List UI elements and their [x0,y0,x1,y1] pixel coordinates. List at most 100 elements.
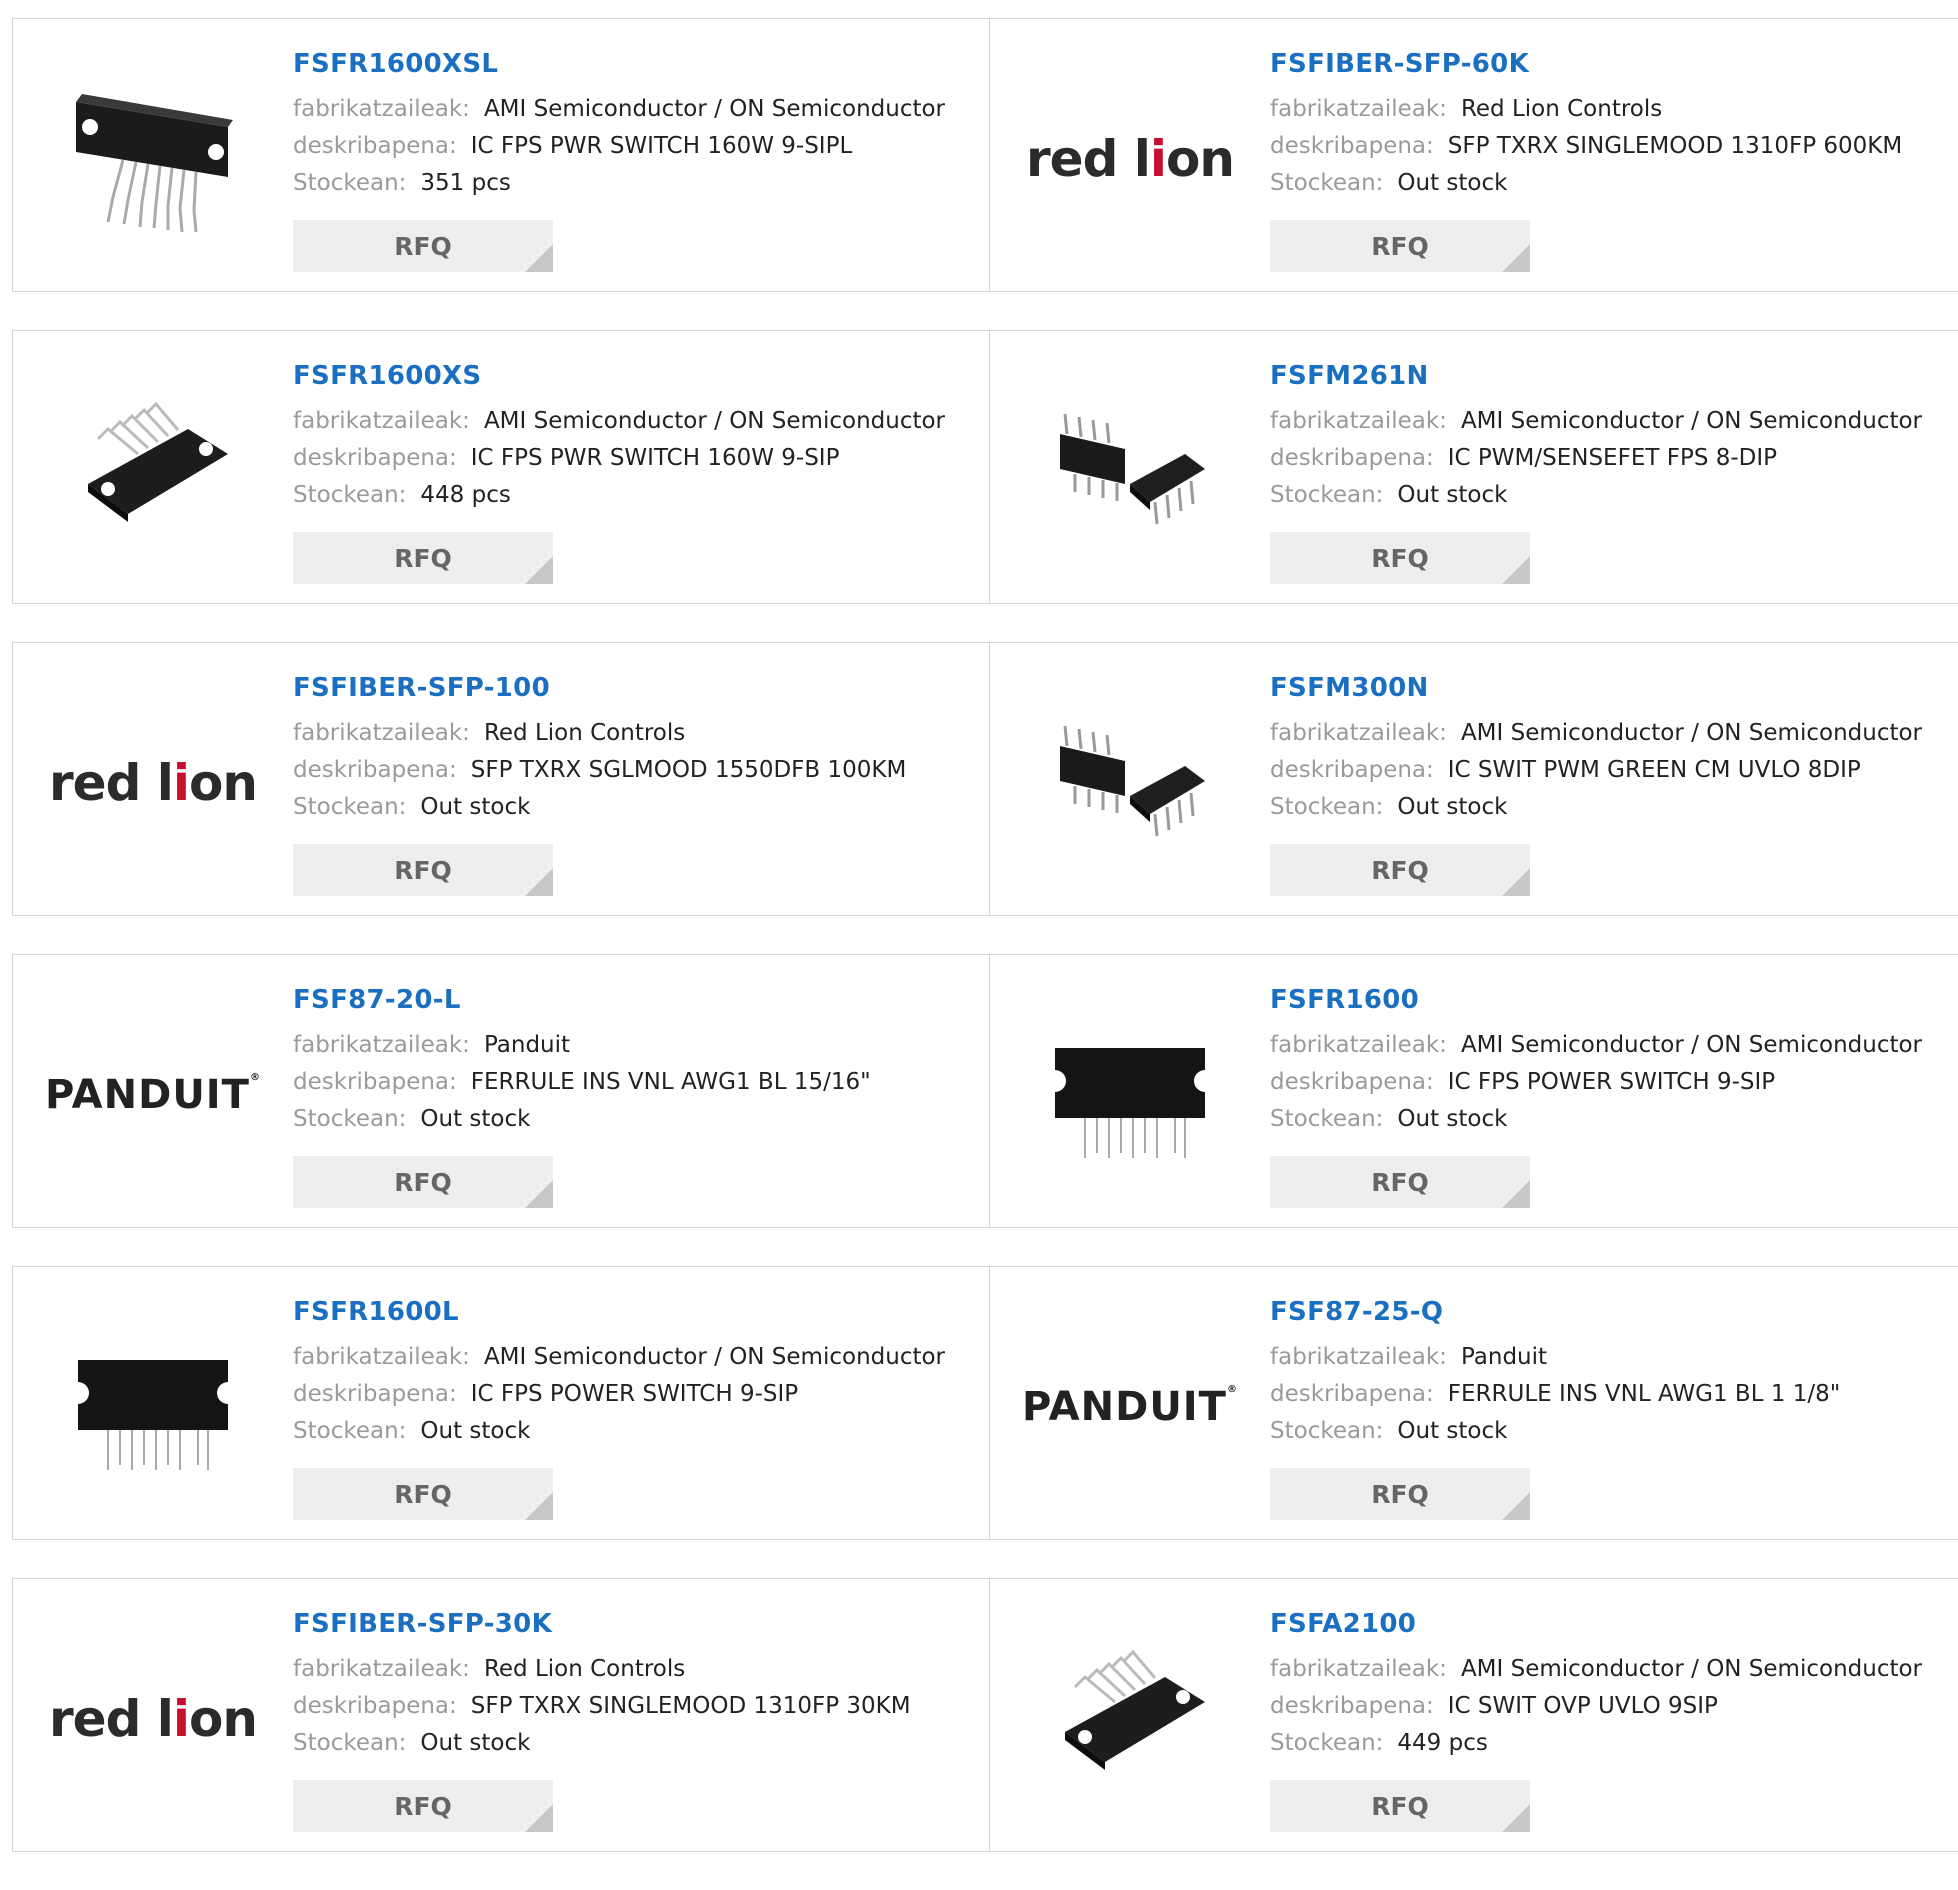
manufacturer-row: fabrikatzaileak: AMI Semiconductor / ON S… [1270,1651,1950,1688]
stock-label: Stockean: [1270,1730,1384,1756]
stock-value: Out stock [1397,170,1508,196]
part-number-link[interactable]: FSF87-25-Q [1270,1297,1950,1327]
rfq-button[interactable]: RFQ [293,1156,553,1208]
part-number-link[interactable]: FSFIBER-SFP-60K [1270,49,1950,79]
description-label: deskribapena: [293,1693,457,1719]
manufacturer-value: Panduit [483,1032,571,1058]
stock-value: 351 pcs [420,170,511,196]
product-image[interactable]: red lion [49,1619,258,1819]
stock-value: 449 pcs [1397,1730,1488,1756]
description-label: deskribapena: [1270,1381,1434,1407]
description-value: SFP TXRX SGLMOOD 1550DFB 100KM [470,757,907,783]
corner-triangle-icon [525,1492,553,1520]
redlion-logo-text: red lion [49,754,258,812]
description-row: deskribapena: FERRULE INS VNL AWG1 BL 15/… [293,1064,973,1101]
part-number-link[interactable]: FSFM261N [1270,361,1950,391]
product-image[interactable]: PANDUIT® [1022,1307,1237,1507]
manufacturer-label: fabrikatzaileak: [293,1032,470,1058]
product-image[interactable] [53,59,253,259]
stock-value: Out stock [420,1106,531,1132]
product-row: PANDUIT® FSF87-20-L fabrikatzaileak: Pand… [12,954,1958,1228]
manufacturer-row: fabrikatzaileak: AMI Semiconductor / ON S… [293,1339,973,1376]
product-image[interactable] [1030,995,1230,1195]
product-image[interactable]: PANDUIT® [45,995,260,1195]
manufacturer-label: fabrikatzaileak: [293,1344,470,1370]
manufacturer-value: AMI Semiconductor / ON Semiconductor [483,1344,946,1370]
manufacturer-row: fabrikatzaileak: Red Lion Controls [1270,91,1950,128]
stock-label: Stockean: [293,1418,407,1444]
manufacturer-row: fabrikatzaileak: AMI Semiconductor / ON S… [293,91,973,128]
product-image[interactable] [1030,1619,1230,1819]
rfq-button[interactable]: RFQ [293,532,553,584]
rfq-button[interactable]: RFQ [1270,220,1530,272]
corner-triangle-icon [1502,1180,1530,1208]
redlion-logo: red lion [49,754,258,812]
description-row: deskribapena: SFP TXRX SINGLEMOOD 1310FP … [1270,128,1950,165]
product-card: FSFR1600XSL fabrikatzaileak: AMI Semicond… [12,18,990,292]
part-number-link[interactable]: FSFR1600XS [293,361,973,391]
part-number-link[interactable]: FSF87-20-L [293,985,973,1015]
description-label: deskribapena: [1270,757,1434,783]
product-image[interactable] [1030,371,1230,571]
sip-package-front-icon [1045,1008,1215,1182]
panduit-logo-text: PANDUIT [1022,1384,1227,1430]
rfq-button[interactable]: RFQ [293,220,553,272]
rfq-label: RFQ [394,855,452,885]
rfq-button[interactable]: RFQ [293,1468,553,1520]
description-value: IC PWM/SENSEFET FPS 8-DIP [1447,445,1778,471]
description-label: deskribapena: [293,133,457,159]
product-card: FSFM261N fabrikatzaileak: AMI Semiconduct… [989,330,1958,604]
stock-label: Stockean: [293,794,407,820]
rfq-button[interactable]: RFQ [293,1780,553,1832]
sip-package-angled-icon [1045,1632,1215,1806]
product-image[interactable] [53,1307,253,1507]
product-image[interactable] [53,371,253,571]
rfq-button[interactable]: RFQ [1270,1468,1530,1520]
rfq-label: RFQ [1371,543,1429,573]
rfq-label: RFQ [394,543,452,573]
description-value: IC SWIT PWM GREEN CM UVLO 8DIP [1447,757,1861,783]
manufacturer-value: AMI Semiconductor / ON Semiconductor [1460,1656,1923,1682]
rfq-button[interactable]: RFQ [1270,1156,1530,1208]
stock-label: Stockean: [1270,482,1384,508]
description-value: IC FPS POWER SWITCH 9-SIP [1447,1069,1776,1095]
product-card: PANDUIT® FSF87-25-Q fabrikatzaileak: Pand… [989,1266,1958,1540]
manufacturer-label: fabrikatzaileak: [1270,720,1447,746]
product-info: FSFR1600XSL fabrikatzaileak: AMI Semicond… [293,49,973,202]
product-row: FSFR1600XS fabrikatzaileak: AMI Semicondu… [12,330,1958,604]
product-image[interactable] [1030,683,1230,883]
sip-package-front-icon [68,1320,238,1494]
description-label: deskribapena: [1270,1693,1434,1719]
corner-triangle-icon [525,244,553,272]
rfq-button[interactable]: RFQ [1270,1780,1530,1832]
product-info: FSFIBER-SFP-60K fabrikatzaileak: Red Lion… [1270,49,1950,202]
part-number-link[interactable]: FSFR1600 [1270,985,1950,1015]
stock-row: Stockean: Out stock [293,1101,973,1138]
manufacturer-value: Red Lion Controls [483,1656,686,1682]
rfq-button[interactable]: RFQ [293,844,553,896]
stock-value: Out stock [1397,482,1508,508]
description-row: deskribapena: IC FPS POWER SWITCH 9-SIP [1270,1064,1950,1101]
part-number-link[interactable]: FSFA2100 [1270,1609,1950,1639]
part-number-link[interactable]: FSFR1600L [293,1297,973,1327]
product-image[interactable]: red lion [1026,59,1235,259]
manufacturer-row: fabrikatzaileak: AMI Semiconductor / ON S… [1270,715,1950,752]
part-number-link[interactable]: FSFM300N [1270,673,1950,703]
product-image[interactable]: red lion [49,683,258,883]
description-value: IC FPS PWR SWITCH 160W 9-SIP [470,445,840,471]
product-info: FSFR1600XS fabrikatzaileak: AMI Semicondu… [293,361,973,514]
product-info: FSFIBER-SFP-100 fabrikatzaileak: Red Lion… [293,673,973,826]
manufacturer-row: fabrikatzaileak: Panduit [293,1027,973,1064]
rfq-button[interactable]: RFQ [1270,532,1530,584]
manufacturer-value: Red Lion Controls [483,720,686,746]
description-value: SFP TXRX SINGLEMOOD 1310FP 600KM [1447,133,1903,159]
manufacturer-value: AMI Semiconductor / ON Semiconductor [483,96,946,122]
rfq-button[interactable]: RFQ [1270,844,1530,896]
part-number-link[interactable]: FSFIBER-SFP-30K [293,1609,973,1639]
manufacturer-label: fabrikatzaileak: [1270,408,1447,434]
part-number-link[interactable]: FSFR1600XSL [293,49,973,79]
sipl-package-icon [68,72,238,246]
product-info: FSFM300N fabrikatzaileak: AMI Semiconduct… [1270,673,1950,826]
redlion-logo-text: red lion [1026,130,1235,188]
part-number-link[interactable]: FSFIBER-SFP-100 [293,673,973,703]
